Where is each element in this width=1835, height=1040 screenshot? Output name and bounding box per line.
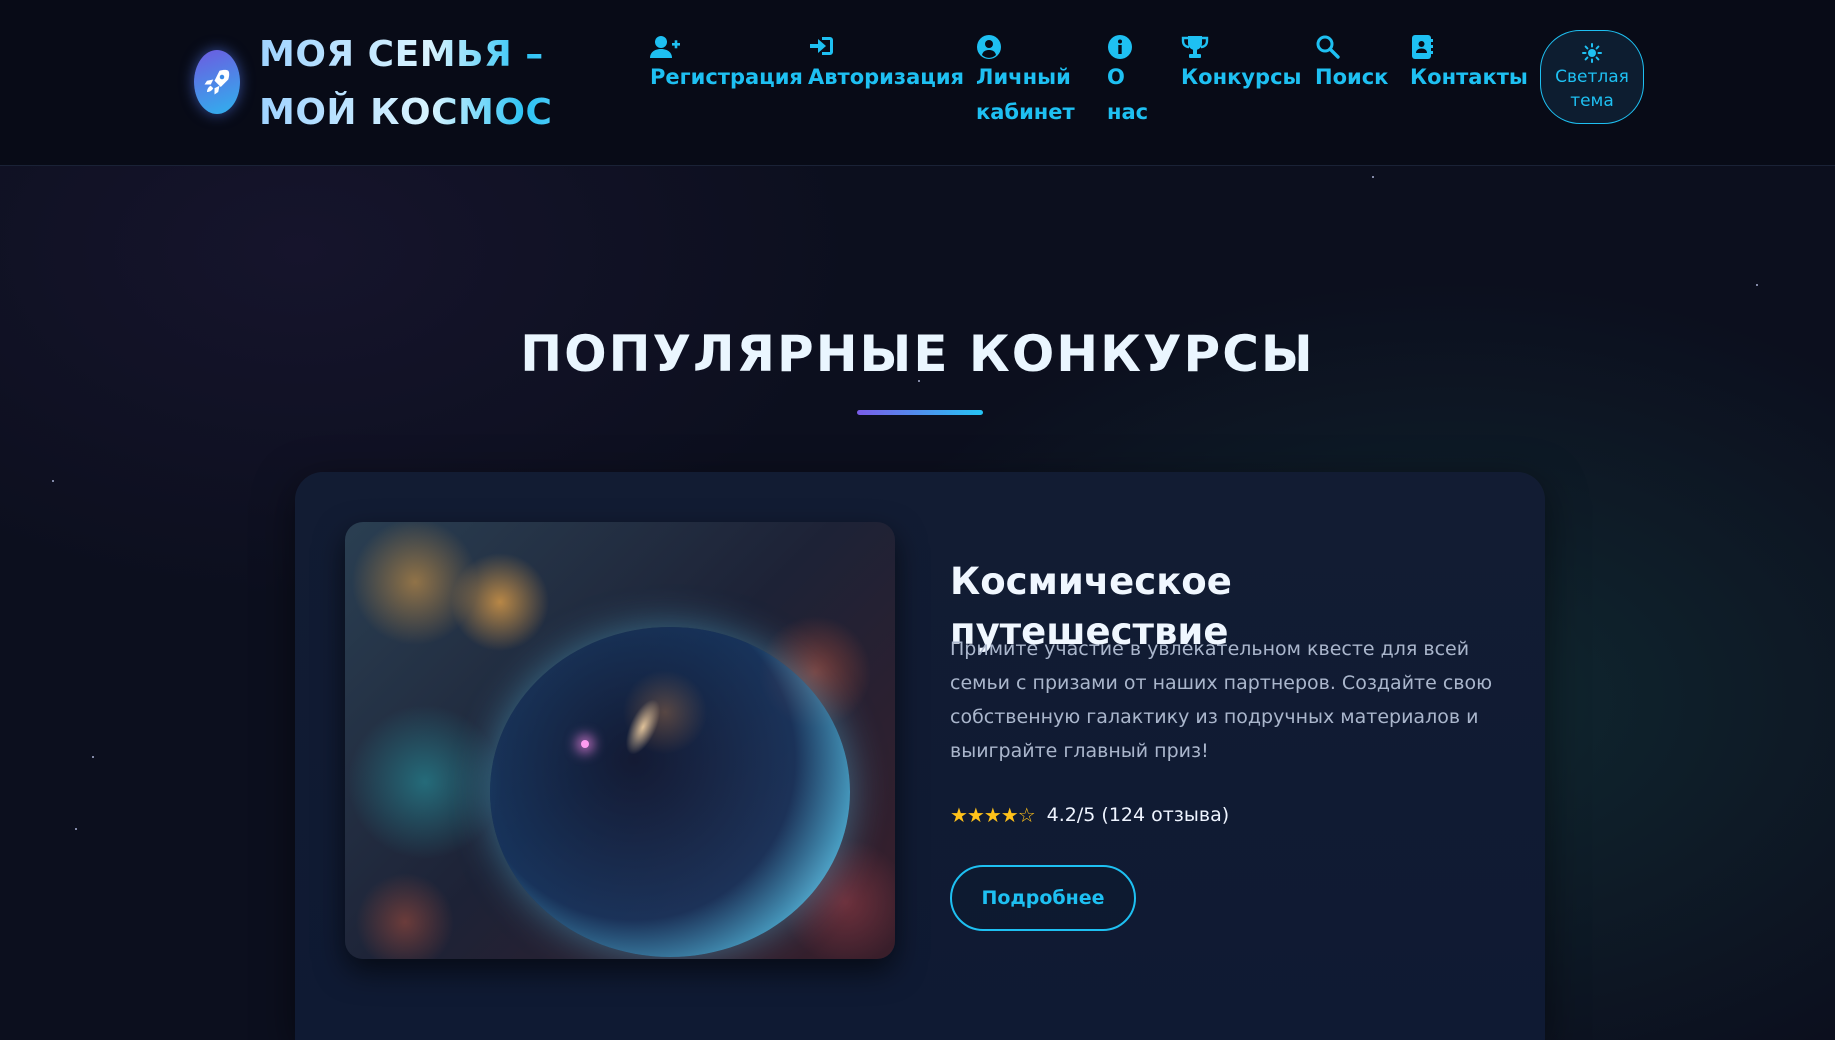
nebula-bubble bbox=[490, 627, 850, 957]
info-circle-icon bbox=[1107, 34, 1157, 60]
contest-rating: ★★★★☆ 4.2/5 (124 отзыва) bbox=[950, 800, 1229, 830]
trophy-icon bbox=[1181, 34, 1302, 60]
site-header: МОЯ СЕМЬЯ – МОЙ КОСМОС Регистрация Автор… bbox=[0, 0, 1835, 166]
nav-login[interactable]: Авторизация bbox=[808, 34, 964, 95]
search-icon bbox=[1315, 34, 1388, 60]
nav-label: Поиск bbox=[1315, 65, 1389, 89]
user-circle-icon bbox=[976, 34, 1086, 60]
background-star bbox=[1372, 176, 1374, 178]
nav-label: Личный кабинет bbox=[976, 65, 1075, 124]
contest-image bbox=[345, 522, 895, 959]
details-button[interactable]: Подробнее bbox=[950, 865, 1136, 931]
star-rating-icon: ★★★★☆ bbox=[950, 803, 1036, 827]
theme-toggle-label: Светлая тема bbox=[1555, 67, 1629, 111]
brand-title[interactable]: МОЯ СЕМЬЯ – МОЙ КОСМОС bbox=[259, 26, 639, 142]
title-underline bbox=[857, 410, 983, 415]
logo[interactable] bbox=[194, 50, 240, 114]
theme-toggle-button[interactable]: Светлая тема bbox=[1540, 30, 1644, 124]
contest-card: Космическое путешествие Примите участие … bbox=[295, 472, 1545, 1040]
address-book-icon bbox=[1410, 34, 1528, 60]
background-star bbox=[92, 756, 94, 758]
background-star bbox=[52, 480, 54, 482]
sign-in-icon bbox=[808, 34, 964, 60]
nav-about[interactable]: О нас bbox=[1107, 34, 1157, 130]
sun-icon bbox=[1582, 43, 1602, 63]
nav-contests[interactable]: Конкурсы bbox=[1181, 34, 1302, 95]
nebula-star bbox=[581, 740, 589, 748]
nav-registration[interactable]: Регистрация bbox=[650, 34, 803, 95]
nav-contacts[interactable]: Контакты bbox=[1410, 34, 1528, 95]
section-title: ПОПУЛЯРНЫЕ КОНКУРСЫ bbox=[520, 325, 1315, 383]
nav-label: Конкурсы bbox=[1181, 65, 1302, 89]
background-star bbox=[1756, 284, 1758, 286]
nav-search[interactable]: Поиск bbox=[1315, 34, 1388, 95]
nav-label: Авторизация bbox=[808, 65, 965, 89]
nav-label: Контакты bbox=[1410, 65, 1528, 89]
rating-text: 4.2/5 (124 отзыва) bbox=[1046, 804, 1230, 826]
nav-label: О нас bbox=[1107, 65, 1149, 124]
nav-label: Регистрация bbox=[650, 65, 803, 89]
nav-cabinet[interactable]: Личный кабинет bbox=[976, 34, 1086, 130]
user-plus-icon bbox=[650, 34, 803, 60]
background-star bbox=[75, 828, 77, 830]
rocket-icon bbox=[204, 69, 230, 95]
contest-description: Примите участие в увлекательном квесте д… bbox=[950, 638, 1493, 762]
